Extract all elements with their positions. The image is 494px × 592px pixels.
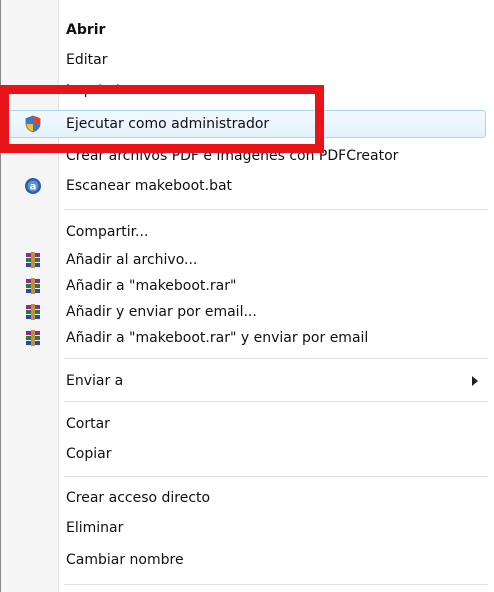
menu-item-add-to-rar[interactable]: Añadir a "makeboot.rar" (0, 272, 494, 300)
menu-item-rename[interactable]: Cambiar nombre (0, 546, 494, 574)
menu-separator (64, 476, 488, 477)
winrar-icon (26, 278, 40, 294)
winrar-icon (26, 330, 40, 346)
submenu-arrow-icon (472, 376, 478, 386)
menu-item-label: Añadir y enviar por email... (66, 304, 257, 320)
menu-item-label: Crear acceso directo (66, 490, 211, 506)
antivirus-icon: a (25, 178, 41, 194)
menu-item-scan[interactable]: a Escanear makeboot.bat (0, 172, 494, 200)
menu-item-label: Compartir... (66, 224, 149, 240)
menu-separator (64, 401, 488, 402)
winrar-icon (26, 304, 40, 320)
menu-item-label: Copiar (66, 446, 112, 462)
menu-item-add-rar-and-email[interactable]: Añadir a "makeboot.rar" y enviar por ema… (0, 324, 494, 352)
menu-item-edit[interactable]: Editar (0, 46, 494, 74)
menu-item-copy[interactable]: Copiar (0, 440, 494, 468)
menu-separator (64, 209, 488, 210)
menu-item-send-to[interactable]: Enviar a (0, 367, 494, 395)
svg-text:a: a (30, 182, 37, 193)
menu-item-cut[interactable]: Cortar (0, 410, 494, 438)
menu-item-label: Cortar (66, 416, 110, 432)
menu-item-label: Añadir al archivo... (66, 252, 198, 268)
menu-item-delete[interactable]: Eliminar (0, 514, 494, 542)
menu-separator (64, 358, 488, 359)
menu-item-share[interactable]: Compartir... (0, 218, 494, 246)
menu-item-label: Escanear makeboot.bat (66, 178, 233, 194)
menu-item-add-and-email[interactable]: Añadir y enviar por email... (0, 298, 494, 326)
menu-item-label: Añadir a "makeboot.rar" (66, 278, 237, 294)
menu-separator (64, 584, 488, 585)
menu-item-label: Enviar a (66, 373, 124, 389)
menu-item-create-shortcut[interactable]: Crear acceso directo (0, 484, 494, 512)
menu-item-label: Abrir (66, 22, 106, 38)
menu-item-label: Eliminar (66, 520, 124, 536)
winrar-icon (26, 252, 40, 268)
menu-item-label: Añadir a "makeboot.rar" y enviar por ema… (66, 330, 369, 346)
menu-item-add-to-archive[interactable]: Añadir al archivo... (0, 246, 494, 274)
context-menu: Abrir Editar Imprimir Ejecutar como admi… (0, 0, 494, 592)
menu-item-open[interactable]: Abrir (0, 16, 494, 44)
menu-item-label: Editar (66, 52, 108, 68)
annotation-highlight-box (0, 85, 324, 153)
menu-item-label: Cambiar nombre (66, 552, 184, 568)
